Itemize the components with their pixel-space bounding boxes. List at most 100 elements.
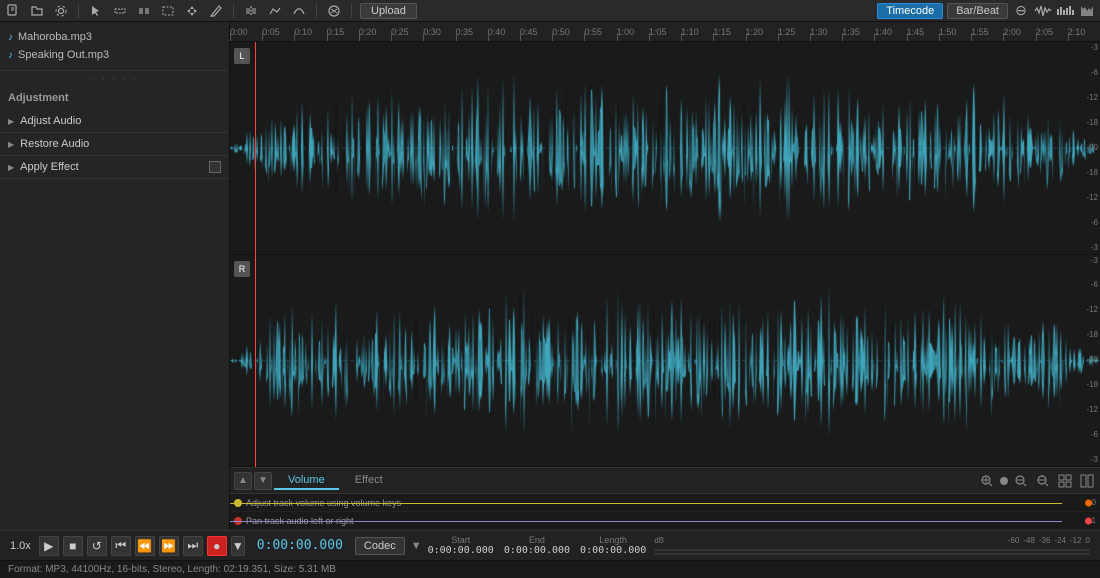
ruler-tick-11	[584, 33, 585, 41]
split-icon[interactable]	[242, 2, 260, 20]
rewind-button[interactable]: ⏪	[135, 536, 155, 556]
ruler-tick-26	[1068, 33, 1069, 41]
adjust-audio-section: ▶ Adjust Audio	[0, 110, 229, 133]
settings-icon[interactable]	[52, 2, 70, 20]
volume-env-icon[interactable]	[290, 2, 308, 20]
razor-icon[interactable]	[207, 2, 225, 20]
track-label-R: R	[234, 261, 250, 277]
bar-beat-button[interactable]: Bar/Beat	[947, 3, 1008, 19]
ruler-label-6: 0:30	[423, 27, 441, 37]
zoom-out-icon2[interactable]	[1012, 472, 1030, 490]
waveform-canvas-R	[230, 255, 1100, 467]
status-text: Format: MP3, 44100Hz, 16-bits, Stereo, L…	[8, 564, 336, 575]
codec-dropdown-arrow[interactable]: ▼	[409, 540, 424, 552]
volume-indicator-1	[234, 499, 242, 507]
marquee-icon[interactable]	[159, 2, 177, 20]
time-ruler[interactable]: 0:000:050:100:150:200:250:300:350:400:45…	[230, 22, 1100, 42]
ruler-tick-23	[971, 33, 972, 41]
bars-icon[interactable]	[1078, 2, 1096, 20]
volume-track-2[interactable]: Pan track audio left or right -1	[230, 512, 1100, 530]
time-select-icon[interactable]	[135, 2, 153, 20]
cursor-icon[interactable]	[87, 2, 105, 20]
zoom-in-icon[interactable]	[978, 472, 996, 490]
time-display: 0:00:00.000	[249, 538, 351, 553]
move-icon[interactable]	[183, 2, 201, 20]
ruler-tick-9	[520, 33, 521, 41]
end-time-item: End 0:00:00.000	[504, 535, 570, 556]
ruler-label-17: 1:25	[778, 27, 796, 37]
ruler-label-13: 1:05	[649, 27, 667, 37]
envelope-icon[interactable]	[266, 2, 284, 20]
ruler-label-18: 1:30	[810, 27, 828, 37]
ruler-label-21: 1:45	[907, 27, 925, 37]
volume-label-1: Adjust track volume using volume keys	[242, 498, 1100, 508]
ruler-tick-19	[842, 33, 843, 41]
ruler-tick-4	[359, 33, 360, 41]
length-time-item: Length 0:00:00.000	[580, 535, 646, 556]
tracks-container[interactable]: L -3 -6 -12 -18 -00 -18 -12 -6 -3 R	[230, 42, 1100, 467]
file-item-mahoroba[interactable]: ♪ Mahoroba.mp3	[0, 28, 229, 46]
ruler-tick-2	[294, 33, 295, 41]
tab-next-button[interactable]: ▼	[254, 472, 272, 490]
ruler-tick-18	[810, 33, 811, 41]
spectrum-icon[interactable]	[1056, 2, 1074, 20]
db-value-1: 0	[1092, 498, 1100, 507]
file-item-speaking[interactable]: ♪ Speaking Out.mp3	[0, 46, 229, 64]
play-button[interactable]: ▶	[39, 536, 59, 556]
ruler-tick-13	[649, 33, 650, 41]
skip-end-button[interactable]: ⏭	[183, 536, 203, 556]
select-icon[interactable]	[111, 2, 129, 20]
ruler-label-7: 0:35	[456, 27, 474, 37]
ruler-tick-15	[713, 33, 714, 41]
timecode-button[interactable]: Timecode	[877, 3, 943, 19]
new-file-icon[interactable]	[4, 2, 22, 20]
skip-start-button[interactable]: ⏮	[111, 536, 131, 556]
loop-button[interactable]: ↺	[87, 536, 107, 556]
volume-indicator-2	[234, 517, 242, 525]
ruler-label-8: 0:40	[488, 27, 506, 37]
codec-button[interactable]: Codec	[355, 537, 405, 555]
waveform-view-icon[interactable]	[1034, 2, 1052, 20]
effect-tab[interactable]: Effect	[341, 472, 397, 490]
apply-effect-header[interactable]: ▶ Apply Effect	[0, 156, 229, 178]
fast-forward-button[interactable]: ⏩	[159, 536, 179, 556]
zoom-fit-icon[interactable]	[1034, 472, 1052, 490]
ruler-label-23: 1:55	[971, 27, 989, 37]
open-file-icon[interactable]	[28, 2, 46, 20]
grid-icon[interactable]	[1056, 472, 1074, 490]
start-value: 0:00:00.000	[428, 545, 494, 556]
fx-icon[interactable]	[325, 2, 343, 20]
stop-button[interactable]: ■	[63, 536, 83, 556]
waveform-canvas-L	[230, 42, 1100, 254]
record-dropdown[interactable]: ▼	[231, 536, 245, 556]
effect-square-icon	[209, 161, 221, 173]
separator2	[233, 4, 234, 18]
ruler-tick-7	[456, 33, 457, 41]
separator3	[316, 4, 317, 18]
ruler-label-16: 1:20	[746, 27, 764, 37]
volume-tab[interactable]: Volume	[274, 472, 339, 490]
ruler-label-14: 1:10	[681, 27, 699, 37]
ruler-tick-16	[746, 33, 747, 41]
ruler-tick-5	[391, 33, 392, 41]
upload-button[interactable]: Upload	[360, 3, 417, 19]
tab-prev-button[interactable]: ▲	[234, 472, 252, 490]
file-list: ♪ Mahoroba.mp3 ♪ Speaking Out.mp3	[0, 22, 229, 71]
end-label: End	[529, 535, 545, 545]
restore-audio-section: ▶ Restore Audio	[0, 133, 229, 156]
ruler-tick-20	[874, 33, 875, 41]
bottom-section: ▲ ▼ Volume Effect	[230, 467, 1100, 530]
record-button[interactable]: ●	[207, 536, 227, 556]
ruler-label-5: 0:25	[391, 27, 409, 37]
vu-meter-container: dB -60 -48 -36 -24 -12 0	[650, 536, 1094, 555]
ruler-label-26: 2:10	[1068, 27, 1086, 37]
ruler-label-20: 1:40	[874, 27, 892, 37]
volume-track-1[interactable]: Adjust track volume using volume keys 0	[230, 494, 1100, 512]
zoom-out-icon[interactable]: ⊖	[1012, 2, 1030, 20]
start-time-item: Start 0:00:00.000	[428, 535, 494, 556]
ruler-tick-0	[230, 33, 231, 41]
more-icon[interactable]	[1078, 472, 1096, 490]
adjust-audio-header[interactable]: ▶ Adjust Audio	[0, 110, 229, 132]
restore-audio-header[interactable]: ▶ Restore Audio	[0, 133, 229, 155]
ruler-label-10: 0:50	[552, 27, 570, 37]
